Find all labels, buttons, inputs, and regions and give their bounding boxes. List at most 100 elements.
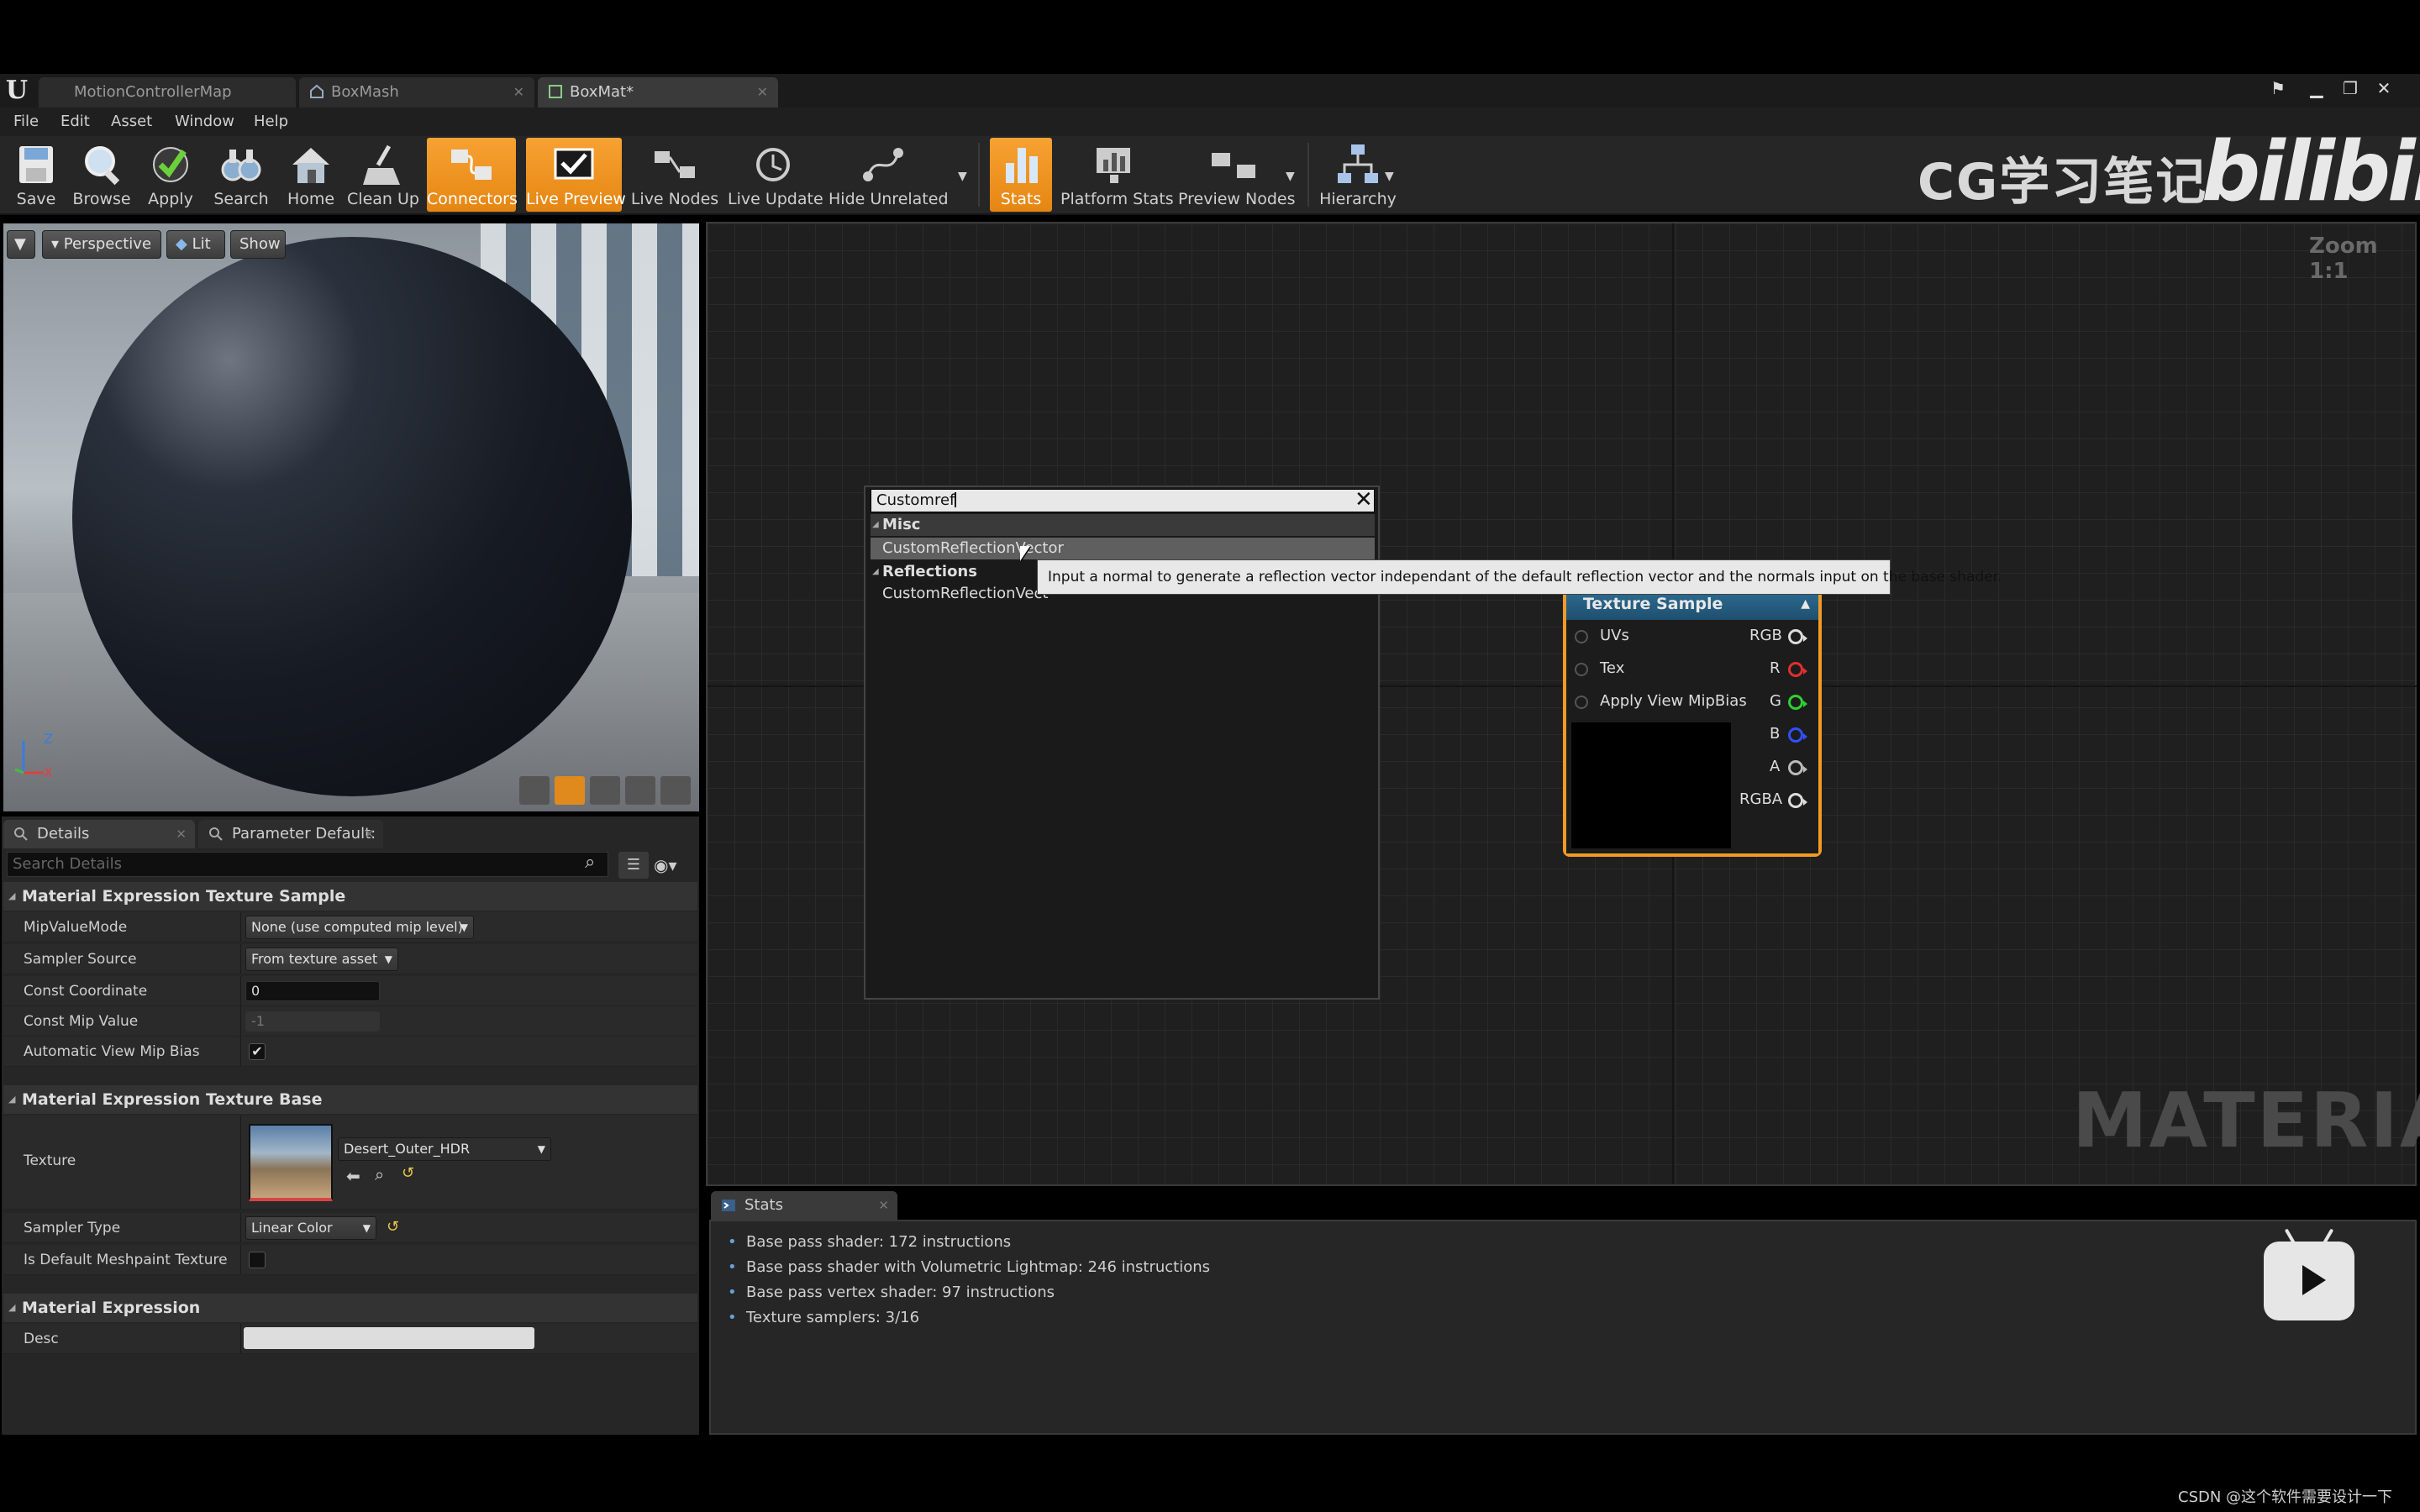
sampler-source-combo[interactable]: From texture asset ▼ <box>245 948 398 971</box>
preview-cube-button[interactable] <box>625 776 655 805</box>
tab-motioncontrollermap[interactable]: MotionControllerMap <box>39 77 296 108</box>
category-misc[interactable]: Misc <box>871 514 1375 536</box>
tab-boxmat[interactable]: BoxMat* ✕ <box>538 77 778 108</box>
desc-label: Desc <box>24 1331 59 1347</box>
close-icon[interactable]: ✕ <box>513 77 524 108</box>
live-nodes-button[interactable]: Live Nodes <box>629 138 721 212</box>
output-pin-rgb[interactable] <box>1788 629 1807 644</box>
is-default-meshpaint-checkbox[interactable] <box>249 1252 266 1268</box>
pin-label-r: R <box>1770 659 1781 677</box>
item-label: CustomReflectionVect <box>882 585 1049 602</box>
platform-stats-button[interactable]: Platform Stats <box>1060 138 1174 212</box>
hide-unrelated-button[interactable]: Hide Unrelated <box>829 138 949 212</box>
browse-button[interactable]: Browse <box>69 138 134 212</box>
automatic-view-mip-bias-checkbox[interactable]: ✔ <box>249 1043 266 1060</box>
input-value: 0 <box>251 983 260 999</box>
close-icon[interactable]: ✕ <box>176 820 187 848</box>
live-nodes-label: Live Nodes <box>630 190 719 208</box>
platform-stats-label: Platform Stats <box>1060 190 1174 208</box>
node-title: Texture Sample <box>1583 595 1723 613</box>
input-pin-tex[interactable] <box>1575 663 1588 676</box>
const-mip-value-input[interactable]: -1 <box>245 1011 380 1032</box>
const-coordinate-input[interactable]: 0 <box>245 981 380 1001</box>
live-preview-icon <box>554 148 594 180</box>
material-preview-viewport[interactable] <box>3 223 699 811</box>
minimize-icon[interactable]: ▁ <box>2304 77 2329 99</box>
mip-value-mode-combo[interactable]: None (use computed mip level) ▼ <box>245 916 474 939</box>
section-texture-base[interactable]: Material Expression Texture Base <box>3 1085 697 1114</box>
output-pin-rgba[interactable] <box>1788 793 1807 808</box>
chevron-down-icon[interactable]: ▼ <box>958 170 967 183</box>
output-pin-b[interactable] <box>1788 727 1807 743</box>
prop-row: Texture <box>3 1116 697 1210</box>
input-pin-uvs[interactable] <box>1575 630 1588 643</box>
close-window-icon[interactable]: ✕ <box>2371 77 2396 99</box>
output-pin-r[interactable] <box>1788 662 1807 677</box>
tab-stats[interactable]: Stats ✕ <box>711 1191 897 1220</box>
view-options-icon[interactable]: ☰ <box>618 852 649 879</box>
details-search-input[interactable]: Search Details <box>7 852 608 877</box>
combo-value: From texture asset <box>251 951 378 967</box>
apply-button[interactable]: Apply <box>139 138 202 212</box>
category-label: Misc <box>882 516 921 533</box>
use-selected-arrow-icon[interactable]: ⬅ <box>346 1166 360 1186</box>
browse-asset-icon[interactable]: ⌕ <box>375 1164 384 1184</box>
preview-nodes-button[interactable]: Preview Nodes <box>1178 138 1296 212</box>
reset-to-default-icon[interactable]: ↺ <box>402 1164 414 1182</box>
pin-label-g: G <box>1770 692 1781 710</box>
reset-to-default-icon[interactable]: ↺ <box>387 1218 399 1236</box>
chevron-down-icon[interactable]: ▼ <box>1385 170 1394 183</box>
node-search-input[interactable]: Customref <box>871 489 1375 512</box>
close-icon[interactable]: ✕ <box>757 77 768 108</box>
preview-mesh-button[interactable] <box>660 776 691 805</box>
toolbar-separator <box>1307 143 1309 207</box>
perspective-button[interactable]: ▾ Perspective <box>42 230 161 259</box>
texture-thumbnail[interactable] <box>249 1124 333 1201</box>
live-preview-toggle[interactable]: Live Preview <box>526 138 626 212</box>
preview-cylinder-button[interactable] <box>519 776 550 805</box>
input-pin-apply-view-mipbias[interactable] <box>1575 696 1588 709</box>
section-texture-sample[interactable]: Material Expression Texture Sample <box>3 882 697 911</box>
stat-line: Base pass shader with Volumetric Lightma… <box>728 1258 1210 1276</box>
unreal-logo-icon[interactable]: U <box>3 77 30 104</box>
menu-window[interactable]: Window <box>175 111 234 133</box>
context-item-customreflectionvector[interactable]: CustomReflectionVector <box>871 538 1375 559</box>
output-pin-g[interactable] <box>1788 695 1807 710</box>
tab-parameter-defaults[interactable]: Parameter Default: ✕ <box>198 820 383 848</box>
save-button[interactable]: Save <box>5 138 67 212</box>
prop-row: Const Coordinate 0 <box>3 976 697 1006</box>
close-icon[interactable]: ✕ <box>1355 487 1373 512</box>
preview-sphere-button[interactable] <box>555 776 585 805</box>
menu-asset[interactable]: Asset <box>111 111 152 133</box>
viewport-options-dropdown[interactable]: ▼ <box>7 230 35 259</box>
close-icon[interactable]: ✕ <box>364 820 375 848</box>
restore-icon[interactable]: ❐ <box>2338 77 2363 99</box>
stats-toggle[interactable]: Stats <box>990 138 1052 212</box>
zoom-level: Zoom 1:1 <box>2309 234 2378 284</box>
menu-edit[interactable]: Edit <box>60 111 90 133</box>
connectors-toggle[interactable]: Connectors <box>427 138 518 212</box>
section-material-expression[interactable]: Material Expression <box>3 1294 697 1322</box>
clean-up-button[interactable]: Clean Up <box>346 138 420 212</box>
show-button[interactable]: Show <box>230 230 286 259</box>
chevron-down-icon[interactable]: ▼ <box>1286 170 1295 183</box>
lit-button[interactable]: ◆ Lit <box>166 230 225 259</box>
tab-boxmash[interactable]: BoxMash ✕ <box>299 77 534 108</box>
eye-icon[interactable]: ◉▾ <box>654 853 694 877</box>
tab-label: MotionControllerMap <box>74 83 232 101</box>
live-update-button[interactable]: Live Update <box>728 138 823 212</box>
home-button[interactable]: Home <box>281 138 341 212</box>
close-icon[interactable]: ✕ <box>878 1191 889 1220</box>
notification-icon[interactable]: ⚑ <box>2265 77 2291 99</box>
sampler-type-combo[interactable]: Linear Color ▼ <box>245 1216 376 1240</box>
texture-asset-combo[interactable]: Desert_Outer_HDR ▼ <box>338 1137 551 1161</box>
preview-plane-button[interactable] <box>590 776 620 805</box>
tab-label: BoxMat* <box>570 83 634 101</box>
tab-details[interactable]: Details ✕ <box>3 820 195 848</box>
static-mesh-icon <box>310 84 324 98</box>
menu-file[interactable]: File <box>13 111 39 133</box>
menu-help[interactable]: Help <box>254 111 288 133</box>
output-pin-a[interactable] <box>1788 760 1807 775</box>
search-button[interactable]: Search <box>207 138 276 212</box>
desc-input[interactable] <box>244 1327 534 1349</box>
